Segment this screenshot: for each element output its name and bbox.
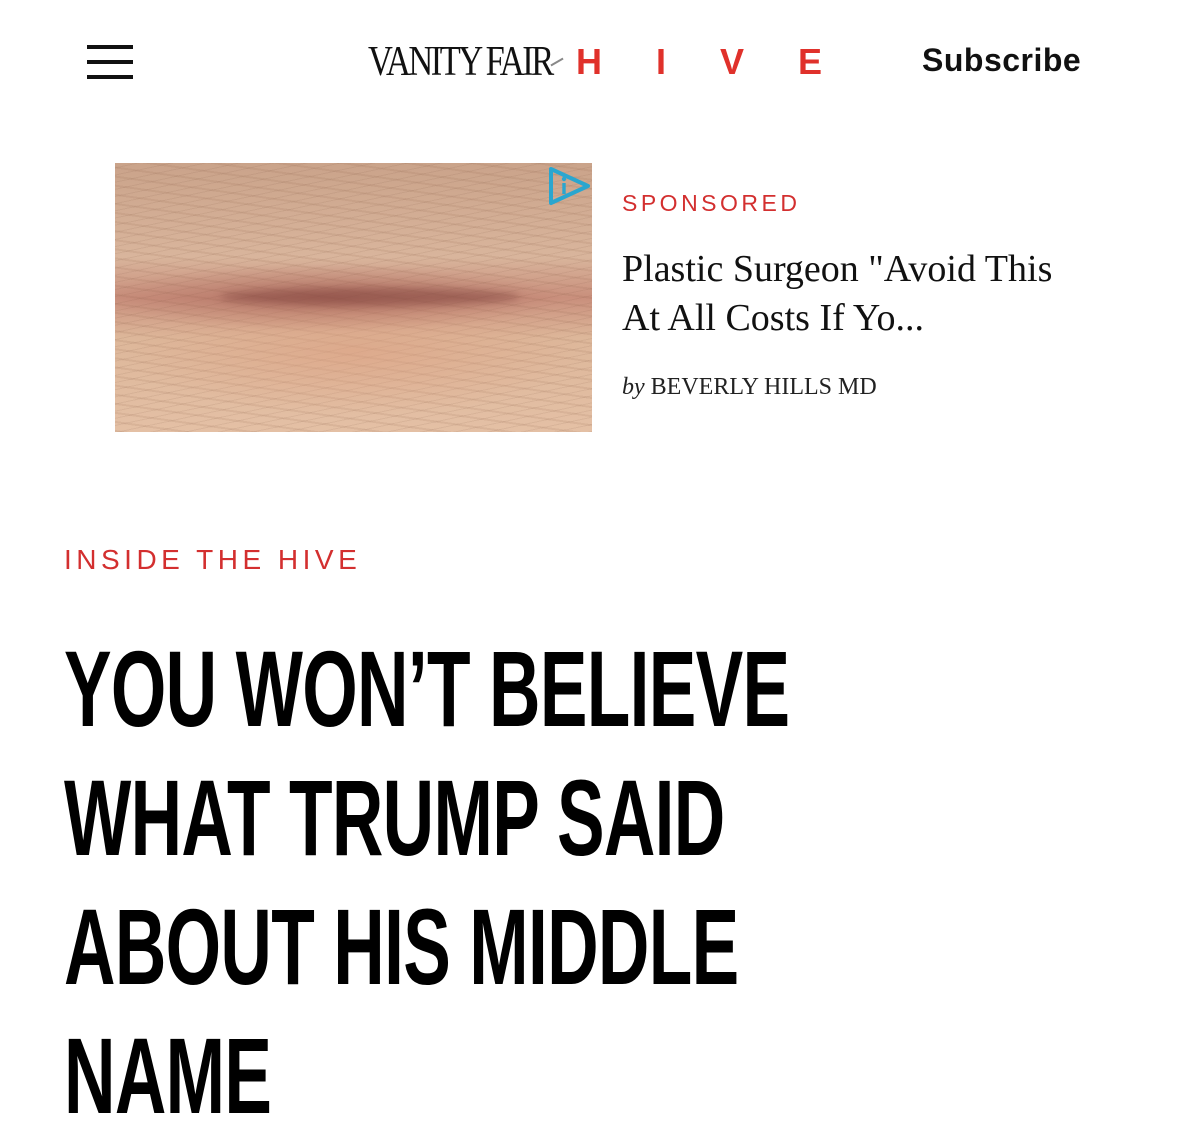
logo-separator — [550, 57, 564, 67]
byline-prefix: by — [622, 374, 645, 400]
menu-bar — [87, 45, 133, 49]
menu-bar — [87, 60, 133, 64]
ad-image[interactable] — [115, 163, 592, 432]
menu-bar — [87, 75, 133, 79]
ad-advertiser: BEVERLY HILLS MD — [650, 374, 877, 400]
logo-brand: VANITY FAIR — [368, 39, 554, 85]
site-logo[interactable]: VANITY FAIR HIVE — [368, 36, 876, 88]
ad-byline: by BEVERLY HILLS MD — [622, 374, 877, 401]
ad-title-link[interactable]: Plastic Surgeon "Avoid This At All Costs… — [622, 245, 1092, 343]
logo-section: HIVE — [576, 41, 877, 82]
ad-image-detail — [220, 288, 520, 306]
subscribe-link[interactable]: Subscribe — [922, 42, 1081, 79]
article-headline: YOU WON’T BELIEVE WHAT TRUMP SAID ABOUT … — [64, 628, 790, 1136]
site-header: VANITY FAIR HIVE Subscribe — [0, 0, 1200, 125]
article-kicker[interactable]: INSIDE THE HIVE — [64, 544, 361, 576]
hamburger-menu-icon[interactable] — [84, 40, 136, 84]
adchoices-icon[interactable] — [548, 166, 592, 208]
sponsored-label: SPONSORED — [622, 190, 801, 216]
